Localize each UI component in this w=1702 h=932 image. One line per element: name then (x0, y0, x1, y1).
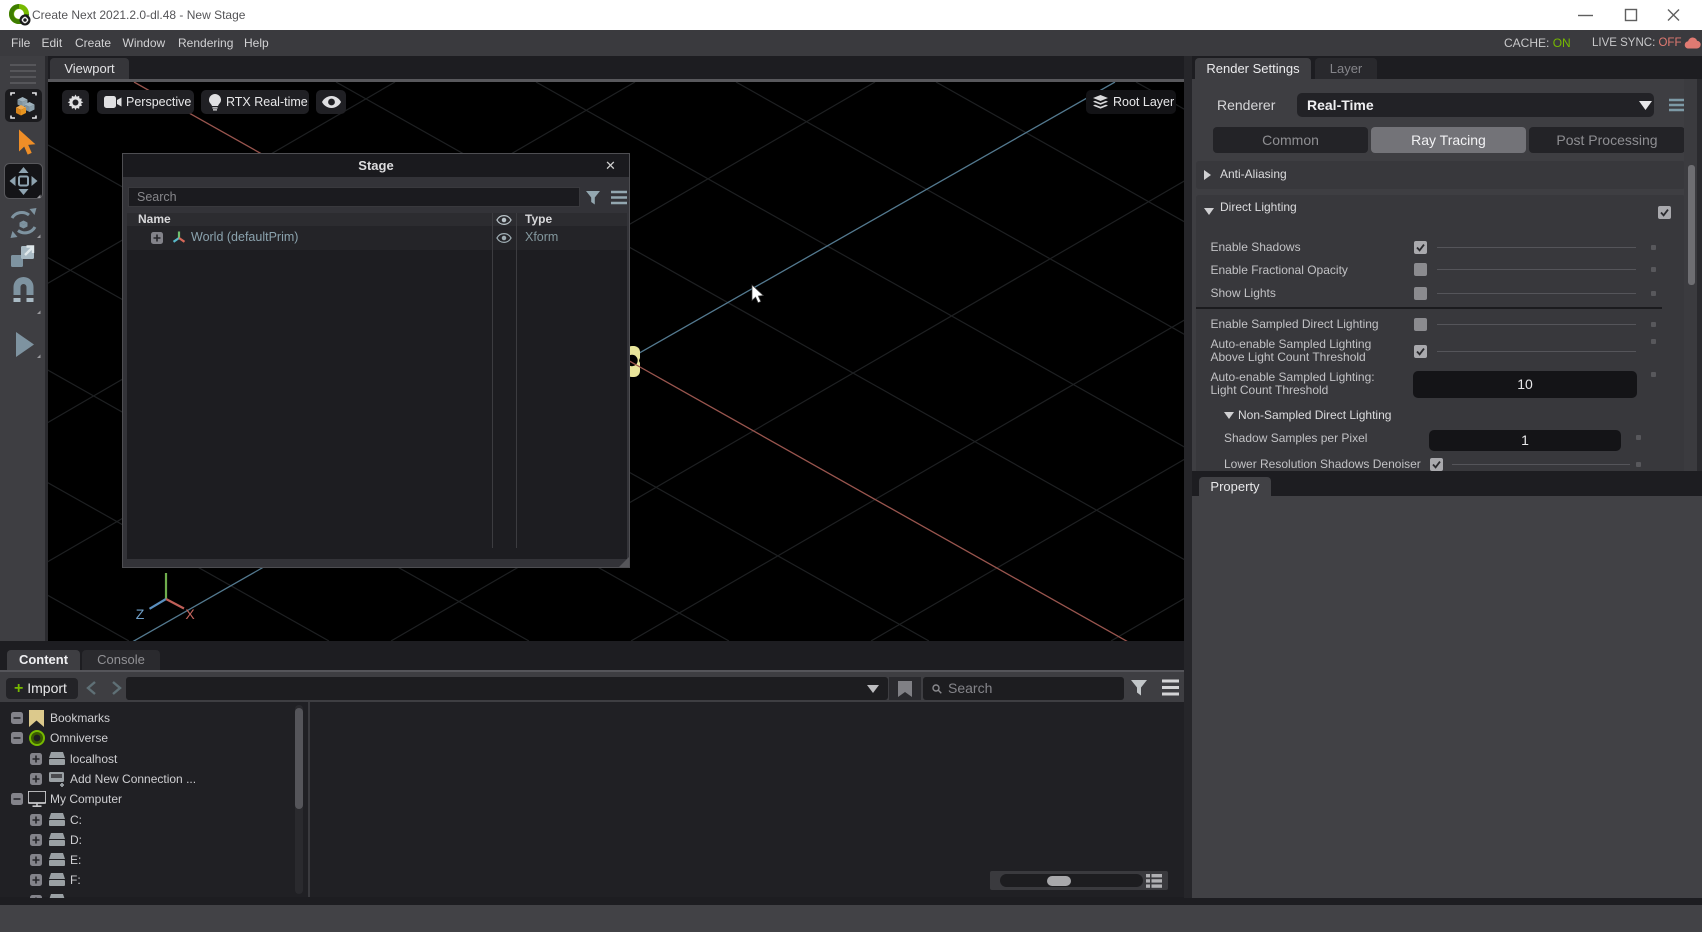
svg-text:Z: Z (136, 606, 145, 622)
svg-text:X: X (185, 606, 195, 622)
